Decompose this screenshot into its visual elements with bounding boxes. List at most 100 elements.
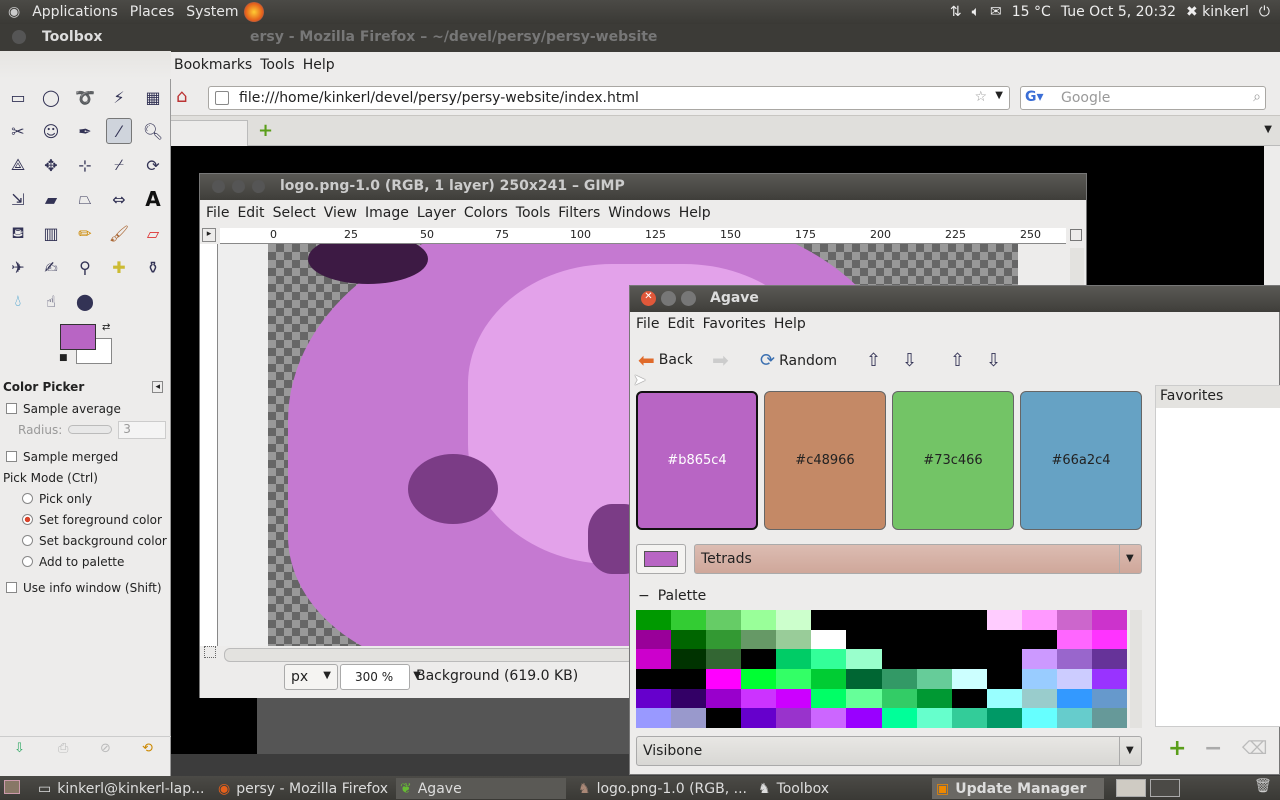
palette-cell[interactable] — [776, 629, 812, 650]
palette-cell[interactable] — [951, 649, 987, 669]
palette-grid[interactable] — [636, 610, 1127, 728]
sample-merged-checkbox[interactable]: Sample merged — [0, 446, 171, 467]
eraser-icon[interactable]: ▱ — [140, 220, 166, 246]
palette-cell[interactable] — [1091, 649, 1127, 669]
volume-icon[interactable]: 🔈︎ — [972, 4, 980, 20]
palette-cell[interactable] — [776, 688, 812, 709]
scheme-select[interactable]: Tetrads ▼ — [694, 544, 1142, 574]
palette-cell[interactable] — [776, 649, 812, 669]
palette-cell[interactable] — [776, 708, 812, 728]
paintbrush-icon[interactable]: 🖌︎ — [106, 220, 132, 246]
gimp-menu-image[interactable]: Image — [361, 205, 413, 221]
clear-favorites-icon[interactable]: ⌫ — [1242, 738, 1267, 759]
palette-cell[interactable] — [916, 629, 952, 650]
sample-average-checkbox[interactable]: Sample average — [0, 398, 171, 419]
palette-cell[interactable] — [706, 708, 742, 728]
gimp-menu-help[interactable]: Help — [675, 205, 715, 221]
gimp-menu-filters[interactable]: Filters — [554, 205, 604, 221]
add-favorite-icon[interactable]: + — [1168, 736, 1186, 761]
align-icon[interactable]: ⊹ — [72, 152, 98, 178]
palette-cell[interactable] — [1021, 708, 1057, 728]
palette-cell[interactable] — [881, 610, 917, 630]
unit-select[interactable]: px ▼ — [284, 664, 338, 690]
url-bar[interactable]: file:///home/kinkerl/devel/persy/persy-w… — [208, 86, 1010, 110]
maximize-icon[interactable] — [252, 180, 265, 193]
palette-cell[interactable] — [636, 649, 672, 669]
maximize-icon[interactable] — [681, 291, 696, 306]
foreground-color-swatch[interactable] — [60, 324, 96, 350]
palette-cell[interactable] — [671, 629, 707, 650]
palette-cell[interactable] — [1056, 688, 1092, 709]
gimp-menu-windows[interactable]: Windows — [604, 205, 675, 221]
palette-cell[interactable] — [951, 668, 987, 689]
taskbar-item-agave[interactable]: ❦ Agave — [396, 778, 566, 799]
palette-cell[interactable] — [846, 649, 882, 669]
palette-cell[interactable] — [1091, 688, 1127, 709]
shear-icon[interactable]: ▰ — [38, 186, 64, 212]
dodge-burn-icon[interactable]: ⬤ — [72, 288, 98, 314]
palette-cell[interactable] — [986, 668, 1022, 689]
flip-icon[interactable]: ⇔ — [106, 186, 132, 212]
palette-cell[interactable] — [1021, 610, 1057, 630]
palette-cell[interactable] — [986, 629, 1022, 650]
gimp-menu-file[interactable]: File — [202, 205, 233, 221]
agave-menu-edit[interactable]: Edit — [663, 316, 698, 332]
palette-cell[interactable] — [846, 610, 882, 630]
places-menu[interactable]: Places — [124, 4, 181, 20]
lighten-icon[interactable]: ⇧ — [866, 350, 881, 371]
color-swatch[interactable]: #b865c4 — [636, 391, 758, 530]
ink-icon[interactable]: ✍ — [38, 254, 64, 280]
airbrush-icon[interactable]: ✈ — [5, 254, 31, 280]
palette-cell[interactable] — [1056, 610, 1092, 630]
clock[interactable]: Tue Oct 5, 20:32 — [1061, 4, 1176, 20]
palette-cell[interactable] — [916, 708, 952, 728]
heal-icon[interactable]: ✚ — [106, 254, 132, 280]
palette-cell[interactable] — [706, 688, 742, 709]
agave-menu-help[interactable]: Help — [770, 316, 810, 332]
zoom-toggle-icon[interactable] — [204, 646, 216, 658]
tab-list-icon[interactable]: ▼ — [1264, 124, 1272, 135]
palette-cell[interactable] — [916, 688, 952, 709]
radius-spinner[interactable]: 3 — [118, 420, 167, 439]
search-box[interactable]: G▾ Google ⌕ — [1020, 86, 1266, 110]
palette-cell[interactable] — [706, 649, 742, 669]
palette-cell[interactable] — [776, 668, 812, 689]
palette-cell[interactable] — [671, 649, 707, 669]
use-info-window-checkbox[interactable]: Use info window (Shift) — [0, 577, 171, 598]
palette-cell[interactable] — [986, 708, 1022, 728]
palette-cell[interactable] — [811, 649, 847, 669]
palette-cell[interactable] — [671, 708, 707, 728]
taskbar-item-toolbox[interactable]: ♞ Toolbox — [754, 778, 833, 799]
gimp-menu-layer[interactable]: Layer — [413, 205, 460, 221]
palette-cell[interactable] — [986, 610, 1022, 630]
checkbox[interactable] — [6, 403, 17, 414]
bookmark-star-icon[interactable]: ☆ — [974, 89, 987, 105]
applications-menu[interactable]: Applications — [26, 4, 124, 20]
color-swatch[interactable]: #73c466 — [892, 391, 1014, 530]
gimp-menu-select[interactable]: Select — [269, 205, 320, 221]
palette-cell[interactable] — [846, 629, 882, 650]
zoom-select[interactable]: 300 % ▼ — [340, 664, 421, 690]
fuzzy-select-icon[interactable]: ⚡ — [106, 84, 132, 110]
palette-cell[interactable] — [881, 708, 917, 728]
measure-icon[interactable]: ⟁ — [5, 152, 31, 178]
network-icon[interactable]: ⇅ — [950, 4, 962, 20]
quick-mask-corner-icon[interactable]: ▸ — [202, 228, 216, 242]
palette-cell[interactable] — [706, 610, 742, 630]
back-button[interactable]: ⬅ Back — [638, 348, 693, 372]
rect-select-icon[interactable]: ▭ — [5, 84, 31, 110]
paths-icon[interactable]: ✒ — [72, 118, 98, 144]
palette-select[interactable]: Visibone ▼ — [636, 736, 1142, 766]
palette-cell[interactable] — [636, 708, 672, 728]
palette-cell[interactable] — [741, 668, 777, 689]
navigate-icon[interactable] — [1070, 229, 1082, 241]
close-icon[interactable]: ✕ — [641, 291, 656, 306]
pick-mode-radio-set-foreground[interactable]: Set foreground color — [0, 509, 171, 530]
horizontal-scrollbar[interactable] — [224, 648, 634, 662]
select-by-color-icon[interactable]: ▦ — [140, 84, 166, 110]
minimize-icon[interactable] — [232, 180, 245, 193]
blend-icon[interactable]: ▥ — [38, 220, 64, 246]
saturate-icon[interactable]: ⇧ — [950, 350, 965, 371]
pencil-icon[interactable]: ✏ — [72, 220, 98, 246]
system-menu[interactable]: System — [180, 4, 244, 20]
